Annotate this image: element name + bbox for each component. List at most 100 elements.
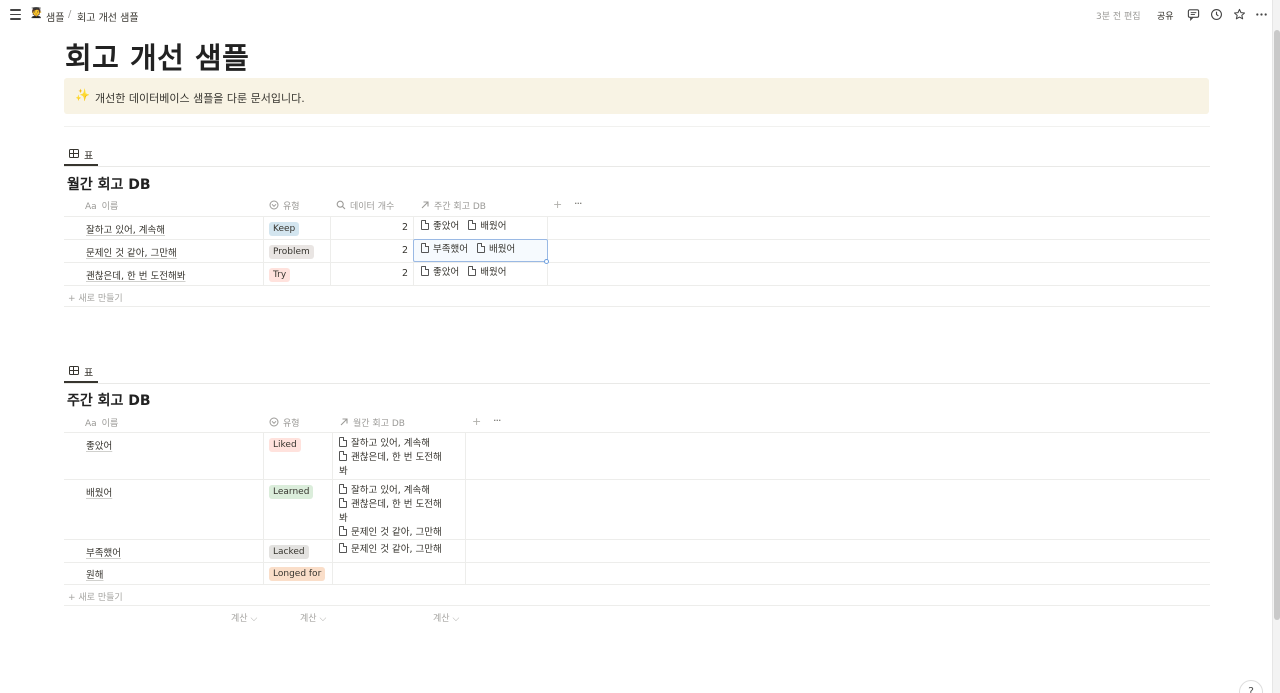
relation-link[interactable]: 배웠어	[480, 221, 506, 232]
grid-line	[64, 306, 1210, 307]
column-header-relation[interactable]: 주간 회고 DB	[420, 199, 486, 212]
row-name[interactable]: 부족했어	[86, 545, 121, 559]
page-icon	[421, 243, 429, 253]
chevron-down-icon: ⌵	[452, 614, 460, 624]
comment-icon[interactable]	[1187, 8, 1200, 21]
relation-link[interactable]: 잘하고 있어, 계속해	[351, 485, 430, 496]
new-row-button[interactable]: + 새로 만들기	[68, 291, 123, 304]
column-header-count[interactable]: 데이터 개수	[336, 199, 394, 212]
relation-link[interactable]: 잘하고 있어, 계속해	[351, 438, 430, 449]
relation-link[interactable]: 문제인 것 같아, 그만해	[351, 527, 442, 538]
add-property-icon[interactable]: +	[472, 415, 481, 428]
count-value[interactable]: 2	[388, 222, 408, 233]
type-tag[interactable]: Learned	[269, 485, 314, 499]
page-icon	[421, 266, 429, 276]
grid-line	[330, 216, 331, 285]
relation-link[interactable]: 배웠어	[480, 267, 506, 278]
help-icon[interactable]: ?	[1239, 680, 1263, 693]
breadcrumb-separator: /	[68, 9, 72, 20]
relation-cell[interactable]: 문제인 것 같아, 그만해	[339, 543, 442, 557]
page-icon	[339, 543, 347, 553]
grid-line	[64, 432, 1210, 433]
grid-line	[332, 432, 333, 584]
clock-icon[interactable]	[1210, 8, 1223, 21]
grid-line	[465, 432, 466, 584]
count-value[interactable]: 2	[388, 245, 408, 256]
scrollbar[interactable]	[1272, 0, 1280, 693]
tab-table-view[interactable]: 표	[64, 361, 98, 383]
resize-handle[interactable]	[544, 259, 549, 264]
relation-cell[interactable]: 좋았어 배웠어	[421, 220, 515, 234]
hamburger-icon[interactable]	[10, 9, 21, 20]
relation-cell[interactable]: 좋았어 배웠어	[421, 266, 515, 280]
row-name[interactable]: 잘하고 있어, 계속해	[86, 222, 165, 236]
relation-cell[interactable]: 잘하고 있어, 계속해 괜찮은데, 한 번 도전해 봐 문제인 것 같아, 그만…	[339, 484, 442, 540]
relation-link[interactable]: 배웠어	[489, 244, 515, 255]
relation-link[interactable]: 좋았어	[433, 267, 459, 278]
calculate-dropdown[interactable]: 계산 ⌵	[300, 611, 326, 624]
grid-line	[64, 539, 1210, 540]
relation-link[interactable]: 문제인 것 같아, 그만해	[351, 544, 442, 555]
type-tag[interactable]: Keep	[269, 222, 300, 236]
star-icon[interactable]	[1233, 8, 1246, 21]
row-name[interactable]: 괜찮은데, 한 번 도전해봐	[86, 268, 185, 282]
table-icon	[69, 149, 79, 158]
more-dots-icon[interactable]	[1255, 8, 1268, 21]
column-header-type[interactable]: 유형	[269, 199, 300, 212]
type-tag[interactable]: Try	[269, 268, 291, 282]
relation-link-wrap[interactable]: 봐	[339, 513, 348, 524]
breadcrumb-parent[interactable]: 샘플	[46, 9, 64, 24]
calculate-dropdown[interactable]: 계산 ⌵	[433, 611, 459, 624]
view-divider	[64, 383, 1210, 384]
relation-link[interactable]: 괜찮은데, 한 번 도전해	[351, 499, 442, 510]
add-property-icon[interactable]: +	[553, 198, 562, 211]
type-tag[interactable]: Lacked	[269, 545, 309, 559]
share-button[interactable]: 공유	[1157, 9, 1174, 22]
row-name[interactable]: 배웠어	[86, 485, 112, 499]
page-icon	[468, 220, 477, 230]
column-header-type[interactable]: 유형	[269, 416, 300, 429]
sparkles-icon[interactable]: ✨	[75, 88, 90, 102]
database-title[interactable]: 월간 회고 DB	[67, 174, 151, 194]
callout[interactable]: ✨ 개선한 데이터베이스 샘플을 다룬 문서입니다.	[64, 78, 1209, 114]
text-property-icon: Aa	[85, 202, 97, 212]
scrollbar-thumb[interactable]	[1274, 30, 1280, 620]
breadcrumb-emoji[interactable]: 🧑‍🎓	[30, 8, 42, 19]
relation-cell[interactable]: 부족했어 배웠어	[421, 243, 524, 257]
database-title[interactable]: 주간 회고 DB	[67, 390, 151, 410]
relation-link[interactable]: 괜찮은데, 한 번 도전해	[351, 452, 442, 463]
column-header-name[interactable]: Aa 이름	[85, 416, 118, 429]
relation-cell[interactable]: 잘하고 있어, 계속해 괜찮은데, 한 번 도전해 봐	[339, 437, 442, 479]
row-name[interactable]: 좋았어	[86, 438, 112, 452]
page-title[interactable]: 회고 개선 샘플	[65, 35, 249, 77]
breadcrumb-current[interactable]: 회고 개선 샘플	[77, 9, 139, 24]
view-label: 표	[84, 151, 94, 162]
column-header-name[interactable]: Aa 이름	[85, 199, 118, 212]
new-row-button[interactable]: + 새로 만들기	[68, 590, 123, 603]
last-edited[interactable]: 3분 전 편집	[1096, 9, 1141, 22]
row-name[interactable]: 문제인 것 같아, 그만해	[86, 245, 177, 259]
type-tag[interactable]: Longed for	[269, 567, 326, 581]
count-value[interactable]: 2	[388, 268, 408, 279]
relation-link-wrap[interactable]: 봐	[339, 466, 348, 477]
calculate-dropdown[interactable]: 계산 ⌵	[231, 611, 257, 624]
more-dots-icon[interactable]: ···	[574, 197, 582, 210]
tab-table-view[interactable]: 표	[64, 144, 98, 166]
type-tag[interactable]: Liked	[269, 438, 301, 452]
relation-link[interactable]: 부족했어	[433, 244, 468, 255]
search-icon	[336, 200, 346, 210]
plus-icon: +	[68, 294, 79, 304]
callout-text[interactable]: 개선한 데이터베이스 샘플을 다룬 문서입니다.	[95, 90, 305, 106]
header-label: 주간 회고 DB	[434, 202, 486, 212]
row-name[interactable]: 원해	[86, 567, 103, 581]
more-dots-icon[interactable]: ···	[493, 414, 501, 427]
calc-label: 계산	[231, 614, 248, 624]
column-header-relation[interactable]: 월간 회고 DB	[339, 416, 405, 429]
type-tag[interactable]: Problem	[269, 245, 314, 259]
grid-line	[64, 262, 1210, 263]
grid-line	[263, 432, 264, 584]
plus-icon: +	[68, 593, 79, 603]
calc-label: 계산	[433, 614, 450, 624]
page-icon	[339, 451, 347, 461]
relation-link[interactable]: 좋았어	[433, 221, 459, 232]
